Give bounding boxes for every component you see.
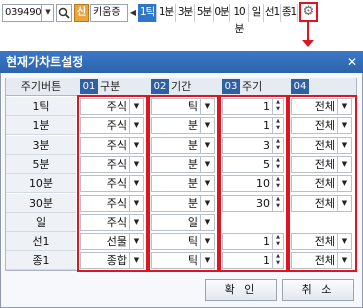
row-label: 30분 [6,194,76,213]
column-badge-02: 02 [151,79,169,94]
period-button-5min[interactable]: 5분 [195,4,214,22]
highlight-box-period [148,95,219,272]
highlight-box-range [288,95,357,272]
row-label: 종1 [6,251,76,270]
period-button-10min[interactable]: 10분 [230,4,249,35]
credit-badge[interactable]: 신 [74,4,89,22]
row-label: 1틱 [6,97,76,116]
row-label: 1분 [6,116,76,135]
column-badge-01: 01 [80,79,98,94]
period-button-1tick[interactable]: 1틱 [138,4,157,22]
scroll-left-icon[interactable]: ◀ [128,4,138,22]
search-button[interactable] [56,4,72,22]
period-button-day[interactable]: 일 [249,4,264,22]
highlight-box-type [77,95,148,272]
period-button-3min[interactable]: 3분 [176,4,195,22]
close-icon[interactable]: ✕ [344,51,360,73]
period-button-1min[interactable]: 1분 [157,4,176,22]
stock-name-field: 키움증 [90,4,128,22]
ok-button[interactable]: 확 인 [205,279,277,301]
cancel-button[interactable]: 취 소 [282,279,354,301]
row-label: 5분 [6,155,76,174]
period-button-0min[interactable]: 0분 [214,4,230,22]
column-header-cycle-label: 주기 [242,80,263,93]
highlight-box-cycle [219,95,288,272]
pointer-arrow-line [307,22,309,42]
stock-code-value: 039490 [5,7,42,18]
dialog-title: 현재가차트설정 [0,51,363,73]
gear-icon: ⚙ [302,4,315,19]
row-label: 선1 [6,232,76,251]
row-label: 일 [6,213,76,232]
settings-button[interactable]: ⚙ [299,2,318,22]
search-icon [58,7,70,19]
column-header-type-label: 구분 [100,80,121,93]
column-badge-04: 04 [291,79,309,94]
chevron-down-icon[interactable]: ▼ [41,4,54,22]
column-header-period-button: 주기버튼 [6,78,76,96]
row-label: 3분 [6,136,76,155]
column-header-period-label: 기간 [171,80,192,93]
period-button-futures1[interactable]: 선1 [264,4,281,22]
column-badge-03: 03 [222,79,240,94]
pointer-arrow-head [302,40,314,47]
period-button-composite1[interactable]: 종1 [281,4,298,22]
row-label: 10분 [6,174,76,193]
